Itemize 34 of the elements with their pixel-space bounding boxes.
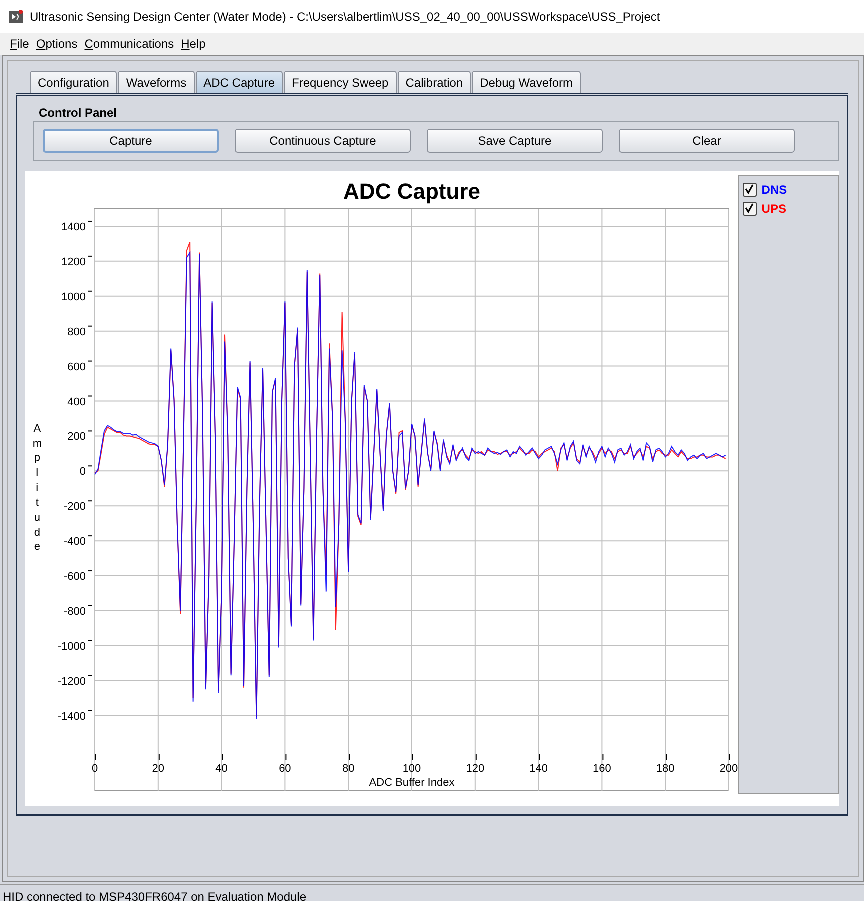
control-panel-title: Control Panel [38,106,118,121]
y-tick-label: 800 [67,326,86,338]
x-tick-label: 120 [466,763,484,775]
legend-label: UPS [762,202,786,216]
y-tick-label: 1000 [61,291,86,304]
y-tick-label: -1000 [58,640,86,653]
x-tick-label: 80 [342,763,355,775]
x-tick-label: 20 [152,763,164,775]
y-tick-label: 1200 [61,256,86,268]
y-tick-label: -1200 [58,676,86,688]
x-tick-label: 40 [215,763,228,775]
x-tick-label: 180 [656,763,675,775]
legend-label: DNS [762,182,788,196]
y-tick-label: 0 [80,466,86,478]
y-tick-label: -400 [64,536,86,548]
x-tick-label: 0 [92,763,98,775]
x-tick-label: 140 [529,763,548,775]
x-tick-label: 100 [402,763,421,775]
y-tick-label: -200 [64,501,86,514]
x-axis-label: ADC Buffer Index [369,777,454,789]
y-tick-label: 1400 [61,221,86,234]
x-tick-label: 200 [720,763,738,775]
y-tick-label: 600 [67,361,86,374]
y-tick-label: 200 [67,431,86,444]
x-tick-label: 160 [592,763,612,775]
y-tick-label: -800 [64,606,86,618]
y-tick-label: -1400 [58,710,86,723]
status-bar: HID connected to MSP430FR6047 on Evaluation Module [0,884,864,901]
y-tick-label: -600 [64,571,86,584]
window-title: Ultrasonic Sensing Design Center (Water Mode) - C:\Users\albertlim\USS_02_40_00_00\USSWorkspace\USS_Project [30,10,660,24]
y-tick-label: 400 [67,396,86,408]
x-tick-label: 60 [278,763,292,775]
chart-title: ADC Capture [343,179,480,204]
y-axis-label: Amplitude [32,422,43,556]
